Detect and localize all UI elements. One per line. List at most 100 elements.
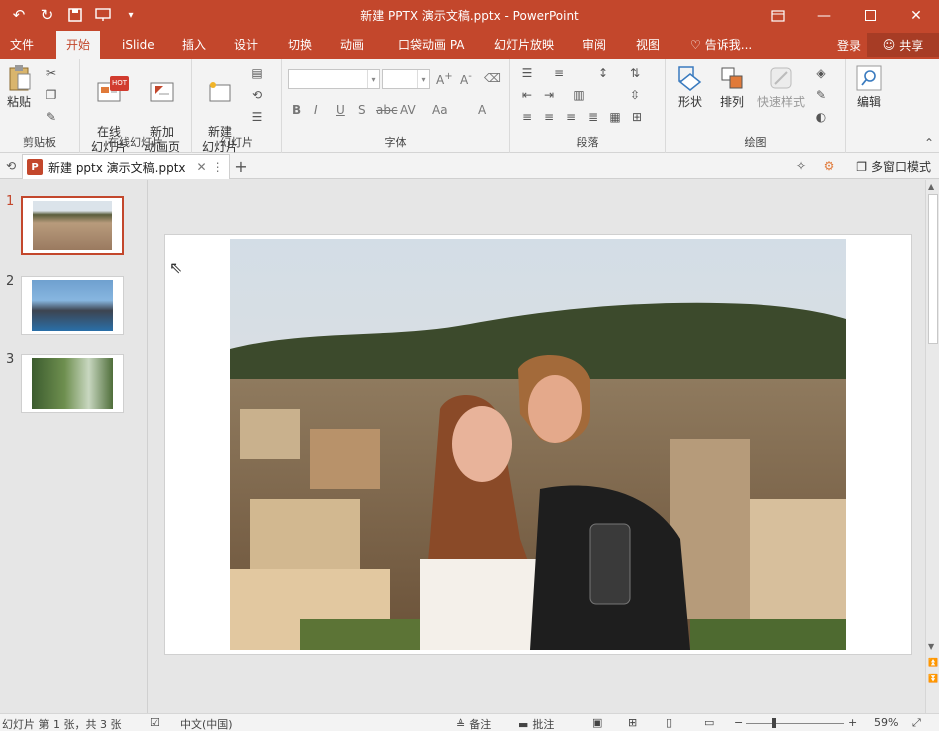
- align-left-icon[interactable]: ≡: [518, 109, 536, 125]
- tab-design[interactable]: 设计: [224, 31, 268, 59]
- shape-effects-icon[interactable]: ◐: [812, 109, 830, 125]
- justify-icon[interactable]: ≣: [584, 109, 602, 125]
- tab-transitions[interactable]: 切换: [278, 31, 322, 59]
- tell-me-box[interactable]: ♡ 告诉我...: [680, 31, 762, 59]
- signin-link[interactable]: 登录: [837, 37, 861, 54]
- zoom-slider-thumb[interactable]: [772, 718, 776, 728]
- italic-icon[interactable]: I: [314, 103, 318, 117]
- tab-file[interactable]: 文件: [0, 31, 44, 59]
- document-tab-name: 新建 pptx 演示文稿.pptx: [48, 160, 186, 175]
- layout-icon[interactable]: ▤: [248, 65, 266, 81]
- tab-insert[interactable]: 插入: [172, 31, 216, 59]
- document-tab[interactable]: P 新建 pptx 演示文稿.pptx ✕ ⋮: [22, 154, 230, 179]
- share-button[interactable]: ☺ 共享: [867, 33, 939, 57]
- shape-fill-icon[interactable]: ◈: [812, 65, 830, 81]
- section-icon[interactable]: ☰: [248, 109, 266, 125]
- format-painter-icon[interactable]: ✎: [42, 109, 60, 125]
- tab-menu-icon[interactable]: ⋮: [212, 160, 224, 174]
- zoom-slider[interactable]: [746, 723, 844, 724]
- new-tab-icon[interactable]: +: [232, 157, 250, 176]
- group-online-slides: HOT 在线 幻灯片 新加 动画页 在线幻灯片: [80, 59, 192, 154]
- tab-review[interactable]: 审阅: [572, 31, 616, 59]
- language-indicator[interactable]: 中文(中国): [180, 716, 233, 731]
- align-center-icon[interactable]: ≡: [540, 109, 558, 125]
- numbering-icon[interactable]: ≡: [550, 65, 568, 81]
- fit-slide-icon[interactable]: ⤢: [912, 716, 921, 730]
- pin-icon[interactable]: ✧: [792, 158, 810, 174]
- maximize-icon[interactable]: [847, 0, 893, 31]
- font-name-combo[interactable]: ▾: [288, 69, 380, 89]
- close-icon[interactable]: ✕: [893, 0, 939, 31]
- align-right-icon[interactable]: ≡: [562, 109, 580, 125]
- distributed-icon[interactable]: ▦: [606, 109, 624, 125]
- line-spacing-icon[interactable]: ↕: [594, 65, 612, 81]
- change-case-icon[interactable]: Aa: [432, 103, 448, 117]
- slide-photo[interactable]: [230, 239, 846, 650]
- reset-icon[interactable]: ⟲: [248, 87, 266, 103]
- vertical-scrollbar[interactable]: ▲ ▼ ⏫ ⏬: [925, 180, 939, 713]
- strikethrough-icon[interactable]: abc: [376, 103, 398, 117]
- grow-font-icon[interactable]: A+: [436, 71, 453, 87]
- zoom-out-icon[interactable]: −: [734, 716, 743, 729]
- tab-slideshow[interactable]: 幻灯片放映: [484, 31, 564, 59]
- align-text-icon[interactable]: ⇳: [626, 87, 644, 103]
- copy-icon[interactable]: ❐: [42, 87, 60, 103]
- find-icon: [853, 63, 885, 93]
- scroll-thumb[interactable]: [928, 194, 938, 344]
- normal-view-icon[interactable]: ▣: [592, 716, 602, 729]
- scroll-up-icon[interactable]: ▲: [928, 182, 934, 191]
- current-slide[interactable]: [164, 234, 912, 655]
- shadow-icon[interactable]: S: [358, 103, 366, 117]
- tab-home[interactable]: 开始: [56, 31, 101, 59]
- shrink-font-icon[interactable]: A-: [460, 71, 472, 87]
- group-label-clipboard: 剪贴板: [23, 136, 56, 149]
- previous-slide-icon[interactable]: ⏫: [928, 658, 938, 667]
- settings-gear-icon[interactable]: ⚙: [820, 158, 838, 174]
- shape-outline-icon[interactable]: ✎: [812, 87, 830, 103]
- bold-icon[interactable]: B: [292, 103, 301, 117]
- notes-button[interactable]: ≜ 备注: [456, 716, 491, 731]
- slide-thumbnail-3[interactable]: [21, 354, 124, 413]
- status-bar: 幻灯片 第 1 张，共 3 张 ☑ 中文(中国) ≜ 备注 ▬ 批注 ▣ ⊞ ▯…: [0, 713, 939, 731]
- mouse-cursor-icon: ⇖: [169, 258, 183, 277]
- reading-view-icon[interactable]: ▯: [666, 716, 672, 729]
- arrange-button[interactable]: 排列: [712, 63, 752, 110]
- zoom-in-icon[interactable]: +: [848, 716, 857, 729]
- slide-sorter-icon[interactable]: ⊞: [628, 716, 637, 729]
- slide-thumbnail-2[interactable]: [21, 276, 124, 335]
- quick-styles-button[interactable]: 快速样式: [752, 63, 810, 110]
- slide-thumbnail-1[interactable]: [21, 196, 124, 255]
- tab-history-icon[interactable]: ⟲: [2, 158, 20, 174]
- animation-page-icon: [146, 78, 178, 108]
- paste-button[interactable]: 粘贴: [4, 63, 34, 110]
- collapse-ribbon-icon[interactable]: ⌃: [920, 135, 938, 151]
- cut-icon[interactable]: ✂: [42, 65, 60, 81]
- next-slide-icon[interactable]: ⏬: [928, 674, 938, 683]
- smartart-icon[interactable]: ⊞: [628, 109, 646, 125]
- underline-icon[interactable]: U: [336, 103, 345, 117]
- char-spacing-icon[interactable]: AV: [400, 103, 416, 117]
- columns-icon[interactable]: ▥: [570, 87, 588, 103]
- tab-animations[interactable]: 动画: [330, 31, 374, 59]
- shapes-button[interactable]: 形状: [670, 63, 710, 110]
- comments-button[interactable]: ▬ 批注: [518, 716, 554, 731]
- tab-pocket-animation[interactable]: 口袋动画 PA: [388, 31, 475, 59]
- spellcheck-icon[interactable]: ☑: [150, 716, 160, 729]
- slideshow-view-icon[interactable]: ▭: [704, 716, 714, 729]
- text-direction-icon[interactable]: ⇅: [626, 65, 644, 81]
- font-size-combo[interactable]: ▾: [382, 69, 430, 89]
- clear-format-icon[interactable]: ⌫: [484, 71, 501, 85]
- scroll-down-icon[interactable]: ▼: [928, 642, 934, 651]
- multiwindow-button[interactable]: ❐ 多窗口模式: [856, 158, 931, 175]
- font-color-icon[interactable]: A: [478, 103, 486, 117]
- tab-view[interactable]: 视图: [626, 31, 670, 59]
- editing-button[interactable]: 编辑: [850, 63, 888, 110]
- tab-islide[interactable]: iSlide: [112, 31, 165, 59]
- bullets-icon[interactable]: ☰: [518, 65, 536, 81]
- zoom-level[interactable]: 59%: [874, 716, 898, 729]
- close-tab-icon[interactable]: ✕: [197, 160, 207, 174]
- ribbon-display-icon[interactable]: [755, 0, 801, 31]
- minimize-icon[interactable]: —: [801, 0, 847, 31]
- increase-indent-icon[interactable]: ⇥: [540, 87, 558, 103]
- decrease-indent-icon[interactable]: ⇤: [518, 87, 536, 103]
